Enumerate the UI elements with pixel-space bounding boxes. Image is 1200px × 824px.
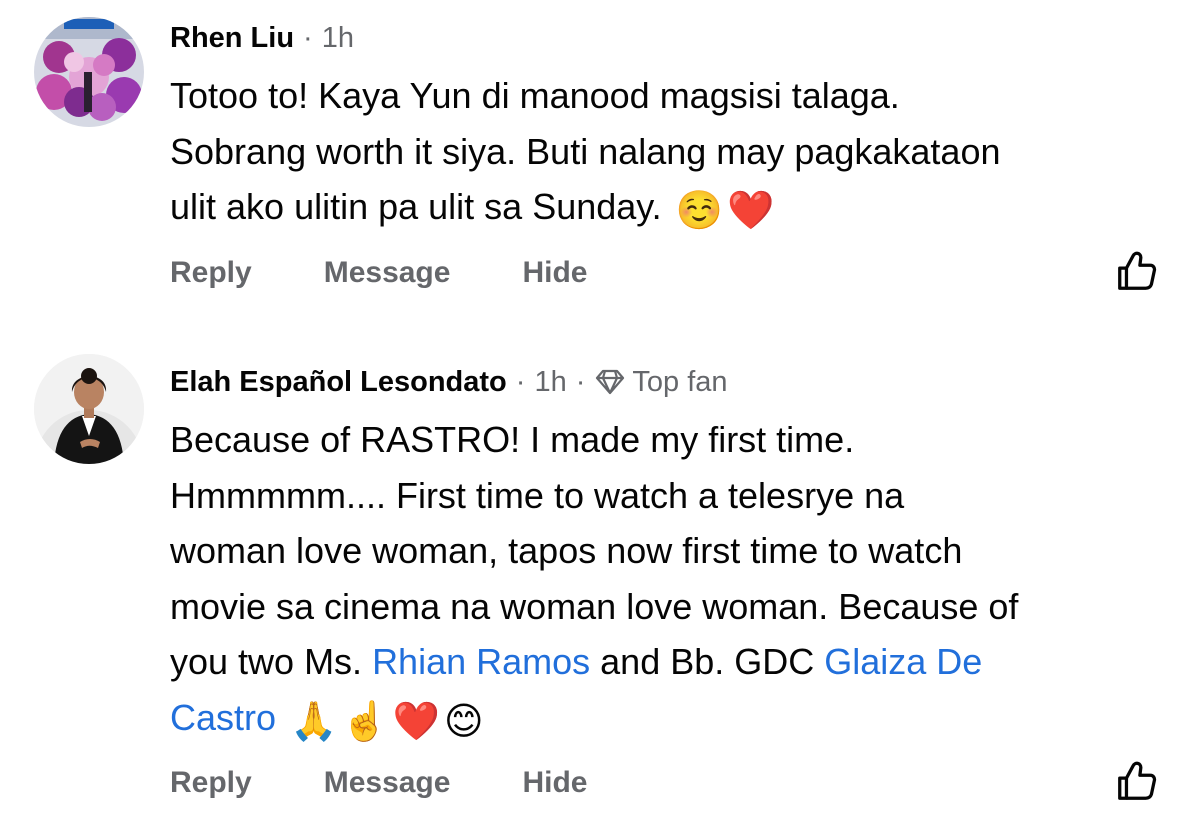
comment-header: Rhen Liu · 1h bbox=[170, 18, 1170, 58]
timestamp[interactable]: 1h bbox=[534, 366, 566, 399]
thumbs-up-icon[interactable] bbox=[1114, 248, 1160, 294]
author-name[interactable]: Rhen Liu bbox=[170, 22, 294, 55]
dot-separator: · bbox=[575, 365, 586, 398]
mention-link[interactable]: Rhian Ramos bbox=[372, 641, 590, 682]
red-heart-emoji: ❤️ bbox=[726, 188, 775, 232]
author-name[interactable]: Elah Español Lesondato bbox=[170, 366, 507, 399]
folded-hands-emoji: 🙏 bbox=[290, 698, 338, 743]
dot-separator: · bbox=[303, 21, 313, 54]
avatar[interactable] bbox=[34, 17, 144, 127]
hide-button[interactable]: Hide bbox=[522, 766, 587, 800]
comment-line: Because of RASTRO! I made my first time. bbox=[170, 419, 855, 460]
hide-button[interactable]: Hide bbox=[522, 256, 587, 290]
relieved-face-emoji: ☺️ bbox=[675, 188, 723, 232]
comment-line-text: and Bb. GDC bbox=[590, 641, 825, 682]
timestamp[interactable]: 1h bbox=[322, 22, 354, 55]
top-fan-badge[interactable]: Top fan bbox=[632, 366, 727, 399]
mention-link[interactable]: Glaiza De bbox=[824, 641, 982, 682]
comment-line: Totoo to! Kaya Yun di manood magsisi tal… bbox=[170, 75, 900, 116]
comment-line: Sobrang worth it siya. Buti nalang may p… bbox=[170, 130, 1001, 172]
comment-actions: Reply Message Hide bbox=[170, 761, 1160, 805]
smiling-face-emoji: 😊 bbox=[444, 698, 484, 743]
comment-line: woman love woman, tapos now first time t… bbox=[170, 530, 963, 571]
comment-line-text: ulit ako ulitin pa ulit sa Sunday. bbox=[170, 186, 662, 227]
reply-button[interactable]: Reply bbox=[170, 766, 252, 800]
comment-line-text: you two Ms. bbox=[170, 641, 373, 682]
diamond-icon bbox=[596, 369, 625, 395]
comment-actions: Reply Message Hide bbox=[170, 251, 1160, 295]
comment-line: ulit ako ulitin pa ulit sa Sunday. ☺️ ❤️ bbox=[170, 179, 1170, 239]
comment-line: you two Ms. Rhian Ramos and Bb. GDC Glai… bbox=[170, 634, 1170, 690]
mention-link[interactable]: Castro bbox=[170, 697, 276, 738]
comment-line: Hmmmmm.... First time to watch a telesry… bbox=[170, 474, 905, 516]
dot-separator: · bbox=[515, 365, 526, 398]
red-heart-emoji: ❤️ bbox=[392, 698, 441, 743]
index-pointing-up-emoji: ☝️ bbox=[341, 698, 389, 743]
thumbs-up-icon[interactable] bbox=[1114, 758, 1160, 804]
message-button[interactable]: Message bbox=[324, 256, 451, 290]
avatar-photo-purple-flowers-icon bbox=[34, 17, 144, 127]
comment-text: Totoo to! Kaya Yun di manood magsisi tal… bbox=[170, 68, 1170, 239]
avatar-photo-woman-icon bbox=[34, 354, 144, 464]
comment-header: Elah Español Lesondato · 1h · Top fan bbox=[170, 362, 1170, 402]
message-button[interactable]: Message bbox=[324, 766, 451, 800]
comment-line: movie sa cinema na woman love woman. Bec… bbox=[170, 585, 1019, 627]
reply-button[interactable]: Reply bbox=[170, 256, 252, 290]
avatar[interactable] bbox=[34, 354, 144, 464]
comment-text: Because of RASTRO! I made my first time.… bbox=[170, 412, 1170, 749]
comment-line: Castro 🙏 ☝️ ❤️ 😊 bbox=[170, 690, 1170, 750]
